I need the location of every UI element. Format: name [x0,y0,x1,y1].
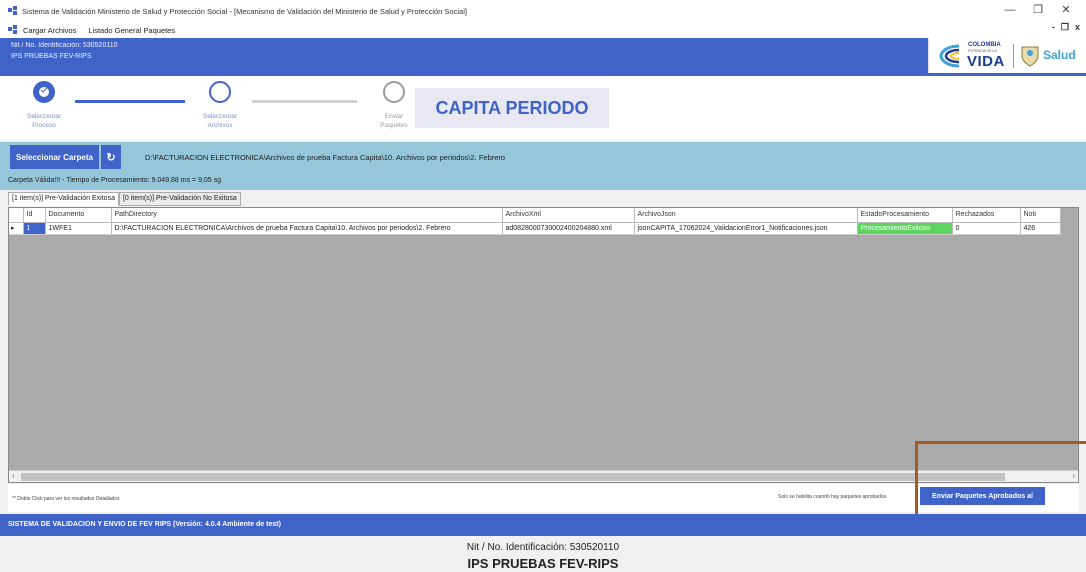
header-bar: Nit / No. Identificación: 530520110 IPS … [0,38,1086,76]
step-connector-2 [252,100,357,103]
process-title: CAPITA PERIODO [415,88,609,128]
cell-noti[interactable]: 426 [1020,222,1061,235]
mdi-close-button[interactable]: x [1075,22,1080,33]
window-title: Sistema de Validación Ministerio de Salu… [22,6,467,16]
cell-xml[interactable]: ad08280007300024002048​80.xml [502,222,635,235]
send-enabled-note: Solo se habilita cuando hay paquetes apr… [778,494,887,500]
cell-id[interactable]: 1 [23,222,46,235]
step-1-label: Seleccionar Proceso [27,113,61,129]
result-tabs: [1 item(s)] Pre-Validación Exitosa [0 it… [8,192,241,206]
mdi-child-icon [8,25,17,34]
menu-bar: Cargar Archivos Listado General Paquetes… [0,22,1086,38]
table-header-row: Id Documento PathDirectory ArchivoXml Ar… [9,208,1061,223]
results-grid[interactable]: Id Documento PathDirectory ArchivoXml Ar… [8,207,1079,483]
mdi-restore-button[interactable]: ❐ [1061,22,1069,33]
scrollbar-thumb[interactable] [21,473,1005,481]
logo-vida: VIDA [967,53,1005,70]
logo-divider [1013,44,1014,68]
row-marker-icon[interactable]: ▸ [9,222,24,235]
step-2-label: Seleccionar Archivos [203,113,237,129]
app-icon [8,6,17,15]
header-nit: Nit / No. Identificación: 530520110 [11,42,118,49]
table-row[interactable]: ▸ 1 1WFE1 D:\FACTURACION ELECTRONICA\Arc… [9,222,1061,235]
scroll-left-icon[interactable]: ‹ [12,471,15,480]
select-folder-button[interactable]: Seleccionar Carpeta [10,145,99,169]
send-approved-packages-button[interactable]: Enviar Paquetes Aprobados al [920,487,1045,505]
col-id[interactable]: Id [23,208,46,223]
mdi-controls: - ❐ x [1046,22,1080,33]
row-header-corner [9,208,24,223]
status-text: Carpeta Válida!!! - Tiempo de Procesamie… [0,172,1086,190]
menu-listado-general-paquetes[interactable]: Listado General Paquetes [88,26,175,35]
scroll-right-icon[interactable]: › [1072,471,1075,480]
header-ips: IPS PRUEBAS FEV-RIPS [11,53,92,60]
cell-rechazados[interactable]: 0 [952,222,1021,235]
close-button[interactable]: ✕ [1052,2,1080,18]
tab-prevalidacion-exitosa[interactable]: [1 item(s)] Pre-Validación Exitosa [8,192,119,206]
step-2-circle-icon[interactable] [209,81,231,103]
horizontal-scrollbar[interactable]: ‹ › [9,470,1078,482]
process-stepper: Seleccionar Proceso Seleccionar Archivos E… [0,76,1086,140]
menu-cargar-archivos[interactable]: Cargar Archivos [23,26,76,35]
cell-documento[interactable]: 1WFE1 [45,222,112,235]
tab-prevalidacion-no-exitosa[interactable]: [0 item(s)] Pre-Validación No Exitosa [118,192,241,206]
cell-estado[interactable]: ProcesamientoExitoso [857,222,953,235]
step-1-check-icon[interactable] [33,81,55,103]
logo-salud: Salud [1043,48,1076,62]
col-pathdirectory[interactable]: PathDirectory [111,208,503,223]
colombia-swirl-icon [939,44,960,68]
col-archivoxml[interactable]: ArchivoXml [502,208,635,223]
step-connector-1 [75,100,185,103]
col-documento[interactable]: Documento [45,208,112,223]
col-noti[interactable]: Noti [1020,208,1061,223]
cell-path[interactable]: D:\FACTURACION ELECTRONICA\Archivos de p… [111,222,503,235]
cell-json[interactable]: jsonCAPITA_17062024_ValidacionError1_Not… [634,222,858,235]
ministry-logo: COLOMBIA POTENCIA DE LA VIDA Salud [928,38,1086,73]
maximize-button[interactable]: ❐ [1024,2,1052,18]
double-click-hint: ** Doble Click para ver los resultados D… [12,496,120,502]
step-3-circle-icon[interactable] [383,81,405,103]
folder-path: D:\FACTURACION ELECTRONICA\Archivos de p… [144,152,506,162]
col-estadoprocesamiento[interactable]: EstadoProcesamiento [857,208,953,223]
system-version-bar: SISTEMA DE VALIDACION Y ENVIO DE FEV RIP… [0,514,1086,536]
bottom-ips: IPS PRUEBAS FEV-RIPS [467,556,619,571]
bottom-nit: Nit / No. Identificación: 530520110 [466,542,620,553]
logo-colombia: COLOMBIA [968,42,1001,48]
results-table: Id Documento PathDirectory ArchivoXml Ar… [9,208,1061,235]
col-archivojson[interactable]: ArchivoJson [634,208,858,223]
mdi-minimize-button[interactable]: - [1052,22,1055,33]
folder-bar: Seleccionar Carpeta ↻ D:\FACTURACION ELE… [0,142,1086,172]
window-titlebar: Sistema de Validación Ministerio de Salu… [0,0,1086,22]
window-controls: — ❐ ✕ [996,2,1080,18]
grid-footer: ** Doble Click para ver los resultados D… [8,484,1079,512]
refresh-icon[interactable]: ↻ [100,145,121,169]
minimize-button[interactable]: — [996,2,1024,18]
coat-of-arms-icon [1021,46,1039,67]
col-rechazados[interactable]: Rechazados [952,208,1021,223]
